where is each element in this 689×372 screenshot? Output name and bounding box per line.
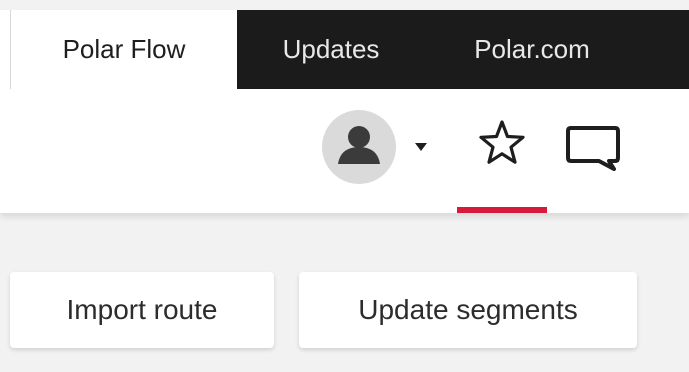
page: Polar Flow Updates Polar.com Import rout… <box>0 0 689 372</box>
active-indicator <box>457 207 547 213</box>
caret-down-icon[interactable] <box>414 139 428 157</box>
chat-icon[interactable] <box>565 125 621 176</box>
avatar-icon[interactable] <box>322 110 396 184</box>
tab-polar-flow[interactable]: Polar Flow <box>10 10 237 89</box>
top-tab-bar: Polar Flow Updates Polar.com <box>0 10 689 89</box>
star-icon[interactable] <box>476 117 528 174</box>
tab-updates[interactable]: Updates <box>262 10 400 89</box>
app-header <box>0 89 689 213</box>
import-route-button[interactable]: Import route <box>10 272 274 348</box>
tab-polar-com[interactable]: Polar.com <box>452 10 612 89</box>
update-segments-button[interactable]: Update segments <box>299 272 637 348</box>
